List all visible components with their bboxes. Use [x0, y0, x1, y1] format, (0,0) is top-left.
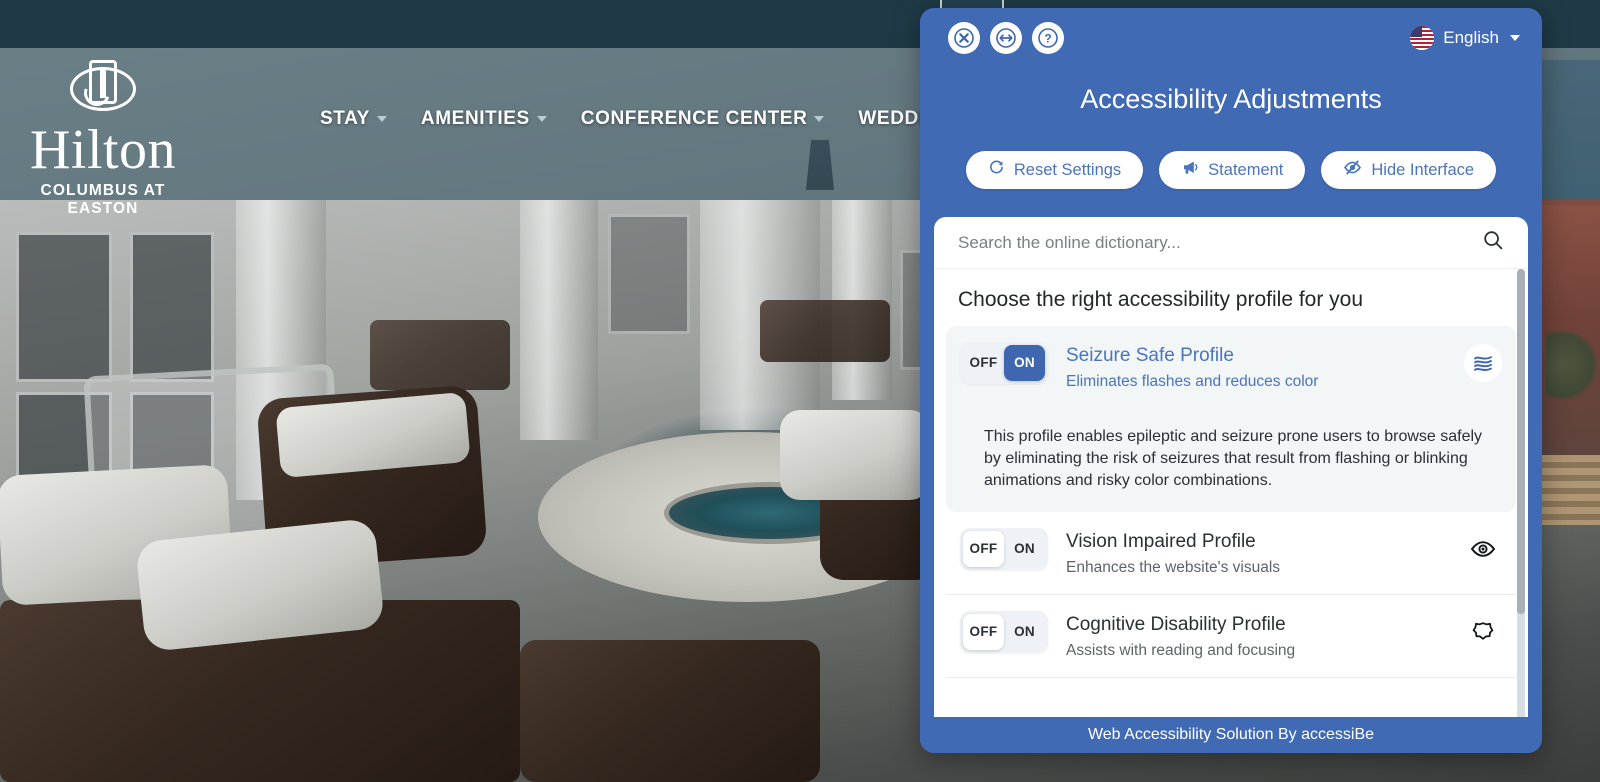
- search-row: [934, 217, 1528, 269]
- waves-icon: [1464, 344, 1502, 382]
- eye-icon: [1464, 530, 1502, 568]
- brand-name: Hilton: [29, 119, 177, 181]
- resize-icon[interactable]: [990, 22, 1022, 54]
- search-icon[interactable]: [1482, 229, 1504, 256]
- photo-cushion: [780, 410, 930, 500]
- profile-text: Vision Impaired Profile Enhances the web…: [1066, 528, 1446, 580]
- nav-label: STAY: [320, 108, 370, 129]
- hilton-logo[interactable]: Hilton COLUMBUS AT EASTON: [14, 58, 192, 218]
- hilton-h-icon: [70, 58, 136, 120]
- section-heading: Choose the right accessibility profile f…: [958, 288, 1364, 311]
- close-icon[interactable]: [948, 22, 980, 54]
- nav-label: AMENITIES: [420, 108, 530, 129]
- chevron-down-icon: [814, 116, 825, 122]
- chevron-down-icon: [536, 116, 547, 122]
- search-input[interactable]: [958, 232, 1482, 253]
- profile-title: Cognitive Disability Profile: [1066, 614, 1286, 635]
- statement-label: Statement: [1208, 160, 1284, 179]
- photo-furniture: [760, 300, 890, 362]
- svg-text:?: ?: [1044, 32, 1051, 46]
- photo-furniture: [370, 320, 510, 390]
- language-label: English: [1443, 28, 1499, 47]
- reset-settings-button[interactable]: Reset Settings: [965, 151, 1144, 189]
- profile-subtitle: Eliminates flashes and reduces color: [1066, 373, 1319, 390]
- toggle-on-label[interactable]: ON: [1004, 345, 1045, 381]
- toggle-off-label[interactable]: OFF: [963, 531, 1004, 567]
- panel-control-icons: ?: [948, 22, 1064, 54]
- nav-item-conference-center[interactable]: CONFERENCE CENTER: [581, 108, 825, 130]
- hide-interface-label: Hide Interface: [1371, 160, 1475, 179]
- profile-subtitle: Enhances the website's visuals: [1066, 559, 1281, 576]
- panel-scrollbar-thumb[interactable]: [1517, 269, 1525, 614]
- photo-column: [520, 200, 598, 440]
- language-selector[interactable]: English: [1410, 26, 1520, 50]
- photo-wicker-table: [520, 640, 820, 782]
- quick-actions: Reset Settings Statement Hide Interface: [920, 115, 1542, 217]
- toggle-seizure-safe[interactable]: OFF ON: [960, 342, 1048, 384]
- profile-description: This profile enables epileptic and seizu…: [984, 428, 1483, 489]
- brand-location: COLUMBUS AT EASTON: [40, 182, 166, 217]
- help-icon[interactable]: ?: [1032, 22, 1064, 54]
- nav-item-stay[interactable]: STAY: [320, 108, 387, 130]
- profile-title: Seizure Safe Profile: [1066, 345, 1234, 366]
- statement-button[interactable]: Statement: [1159, 151, 1306, 189]
- profiles-list: OFF ON Seizure Safe Profile Eliminates f…: [934, 326, 1528, 717]
- panel-toolbar: ? English: [920, 8, 1542, 68]
- toggle-on-label[interactable]: ON: [1004, 614, 1045, 650]
- us-flag-icon: [1410, 26, 1435, 50]
- toggle-off-label[interactable]: OFF: [963, 345, 1004, 381]
- profile-title: Vision Impaired Profile: [1066, 531, 1256, 552]
- main-nav: STAY AMENITIES CONFERENCE CENTER WEDDING…: [320, 108, 985, 130]
- accessibility-panel: ? English Accessibility Adjustments Rese…: [920, 8, 1542, 753]
- puzzle-icon: [1464, 613, 1502, 651]
- profile-text: Seizure Safe Profile Eliminates flashes …: [1066, 342, 1446, 394]
- photo-window-pane: [608, 214, 690, 334]
- profile-row-vision-impaired: OFF ON Vision Impaired Profile Enhances …: [946, 512, 1516, 595]
- photo-window-pane: [16, 232, 112, 382]
- reset-settings-label: Reset Settings: [1013, 160, 1122, 179]
- photo-deck: [1540, 455, 1600, 525]
- toggle-vision-impaired[interactable]: OFF ON: [960, 528, 1048, 570]
- toggle-off-label[interactable]: OFF: [963, 614, 1004, 650]
- profile-text: Cognitive Disability Profile Assists wit…: [1066, 611, 1446, 663]
- panel-title: Accessibility Adjustments: [1080, 84, 1382, 114]
- toggle-cognitive-disability[interactable]: OFF ON: [960, 611, 1048, 653]
- nav-label: CONFERENCE CENTER: [580, 108, 808, 129]
- chevron-down-icon: [1510, 35, 1520, 41]
- screen: Hilton COLUMBUS AT EASTON STAY AMENITIES…: [0, 0, 1600, 782]
- reset-icon: [988, 159, 1005, 181]
- toggle-on-label[interactable]: ON: [1004, 531, 1045, 567]
- chevron-down-icon: [376, 116, 387, 122]
- profile-row-seizure-safe: OFF ON Seizure Safe Profile Eliminates f…: [946, 326, 1516, 512]
- panel-footer[interactable]: Web Accessibility Solution By accessiBe: [920, 717, 1542, 753]
- nav-item-amenities[interactable]: AMENITIES: [421, 108, 547, 130]
- eye-slash-icon: [1343, 159, 1362, 181]
- hide-interface-button[interactable]: Hide Interface: [1321, 151, 1497, 189]
- photo-foliage: [1546, 330, 1600, 400]
- profile-subtitle: Assists with reading and focusing: [1066, 642, 1296, 659]
- profile-row-cognitive-disability: OFF ON Cognitive Disability Profile Assi…: [946, 595, 1516, 678]
- photo-window-pane: [130, 232, 214, 382]
- megaphone-icon: [1181, 159, 1199, 181]
- panel-content: Choose the right accessibility profile f…: [934, 217, 1528, 717]
